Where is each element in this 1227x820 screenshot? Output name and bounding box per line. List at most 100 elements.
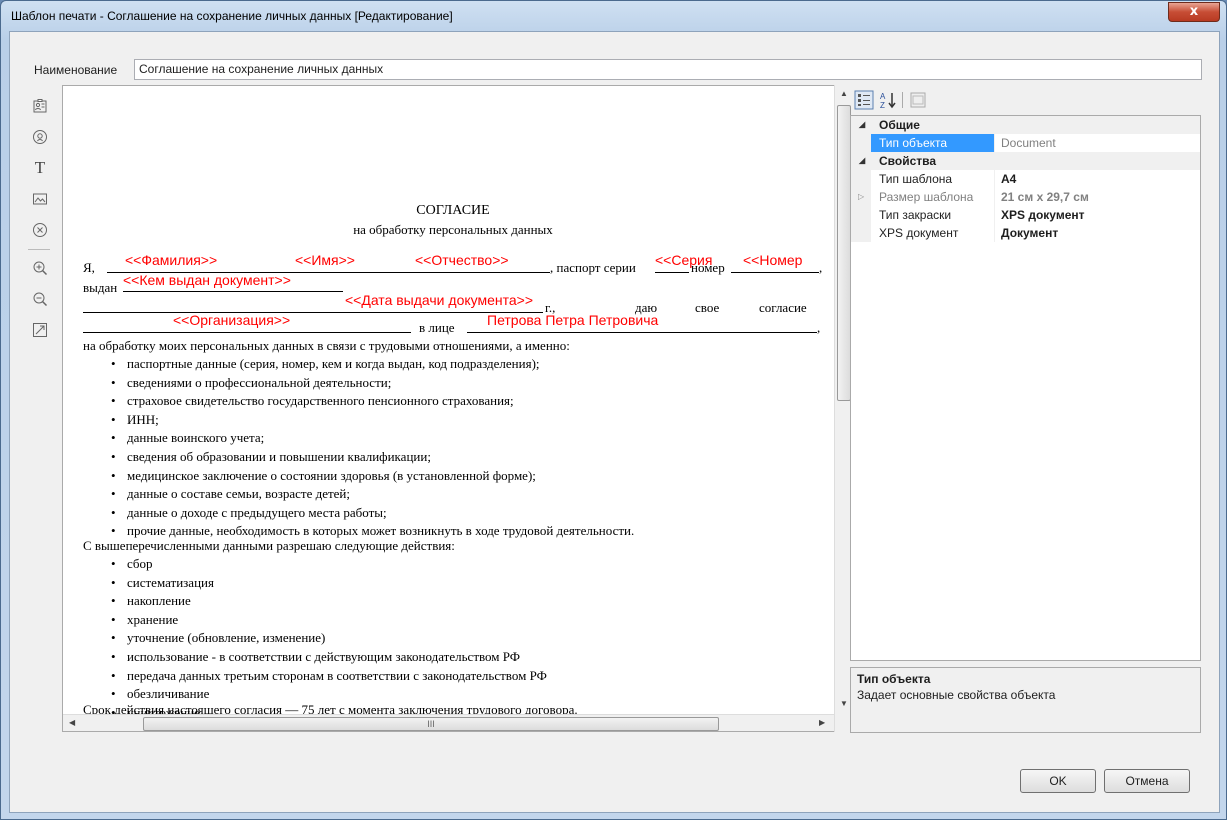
text-icon[interactable]: T xyxy=(28,156,52,180)
property-name: Тип шаблона xyxy=(871,170,995,188)
zoom-in-icon[interactable] xyxy=(28,256,52,280)
category-general[interactable]: Общие xyxy=(851,116,1200,134)
ok-button[interactable]: OK xyxy=(1020,769,1096,793)
categorized-icon[interactable] xyxy=(854,90,874,110)
representative-underline xyxy=(467,332,817,333)
list-item: хранение xyxy=(83,612,823,631)
property-row-template-type[interactable]: Тип шаблона A4 xyxy=(851,170,1200,188)
field-organization[interactable]: <<Организация>> xyxy=(173,312,290,328)
line1-prefix: Я, xyxy=(83,260,95,275)
list-item: сведения об образовании и повышении квал… xyxy=(83,449,823,468)
line4-face: в лице xyxy=(419,320,455,335)
property-value[interactable]: XPS документ xyxy=(995,206,1085,224)
property-value[interactable]: 21 см x 29,7 см xyxy=(995,188,1089,206)
list-item: медицинское заключение о состоянии здоро… xyxy=(83,468,823,487)
list-item: паспортные данные (серия, номер, кем и к… xyxy=(83,356,823,375)
name-label: Наименование xyxy=(34,63,118,77)
list-item: сведениями о профессиональной деятельнос… xyxy=(83,375,823,394)
horizontal-scroll-thumb[interactable]: III xyxy=(143,717,719,731)
series-underline xyxy=(655,272,689,273)
field-representative[interactable]: Петрова Петра Петровича xyxy=(487,312,658,328)
data-list: паспортные данные (серия, номер, кем и к… xyxy=(83,356,823,542)
name-input[interactable]: Соглашение на сохранение личных данных xyxy=(134,59,1202,80)
field-name[interactable]: <<Имя>> xyxy=(295,252,355,268)
remove-icon[interactable] xyxy=(28,218,52,242)
cancel-button[interactable]: Отмена xyxy=(1104,769,1190,793)
list-item: использование - в соответствии с действу… xyxy=(83,649,823,668)
scroll-down-icon[interactable]: ▼ xyxy=(840,699,848,708)
actions-intro: С вышеперечисленными данными разрешаю сл… xyxy=(83,538,455,553)
property-row-object-type[interactable]: Тип объекта Document xyxy=(851,134,1200,152)
scroll-right-icon[interactable]: ▶ xyxy=(819,718,825,727)
date-underline xyxy=(83,312,543,313)
sort-az-icon[interactable]: AZ xyxy=(878,90,898,110)
property-name: Тип закраски xyxy=(871,206,995,224)
list-item: страховое свидетельство государственного… xyxy=(83,393,823,412)
line2-issued: выдан xyxy=(83,280,118,295)
properties-panel: AZ Общие Тип объекта Document Свойства Т… xyxy=(850,85,1201,733)
property-name: Размер шаблона xyxy=(871,188,995,206)
horizontal-scrollbar[interactable]: ◀ III ▶ xyxy=(63,714,835,731)
field-surname[interactable]: <<Фамилия>> xyxy=(125,252,217,268)
list-item: сбор xyxy=(83,556,823,575)
description-text: Задает основные свойства объекта xyxy=(857,688,1056,702)
list-item: накопление xyxy=(83,593,823,612)
property-value[interactable]: A4 xyxy=(995,170,1016,188)
scroll-left-icon[interactable]: ◀ xyxy=(69,718,75,727)
line1-comma: , xyxy=(819,260,823,275)
field-issued-by[interactable]: <<Кем выдан документ>> xyxy=(123,272,291,288)
description-title: Тип объекта xyxy=(857,672,931,686)
list-item: уточнение (обновление, изменение) xyxy=(83,630,823,649)
property-name: XPS документ xyxy=(871,224,995,242)
list-item: данные воинского учета; xyxy=(83,430,823,449)
row-gutter xyxy=(851,134,871,152)
property-pages-icon[interactable] xyxy=(908,90,928,110)
line3-own: свое xyxy=(695,300,720,315)
svg-text:A: A xyxy=(880,92,886,101)
issued-underline xyxy=(123,291,343,292)
close-button[interactable]: x xyxy=(1168,2,1220,22)
property-row-template-size[interactable]: ▷ Размер шаблона 21 см x 29,7 см xyxy=(851,188,1200,206)
property-value[interactable]: Документ xyxy=(995,224,1058,242)
property-row-xps-document[interactable]: XPS документ Документ xyxy=(851,224,1200,242)
property-row-fill-type[interactable]: Тип закраски XPS документ xyxy=(851,206,1200,224)
designer-toolbar: T xyxy=(28,94,52,349)
properties-toolbar: AZ xyxy=(850,85,1201,115)
expand-icon[interactable]: ▷ xyxy=(858,188,864,206)
svg-text:Z: Z xyxy=(880,101,885,110)
document-canvas[interactable]: СОГЛАСИЕ на обработку персональных данны… xyxy=(62,85,852,732)
vertical-scroll-thumb[interactable] xyxy=(837,105,851,401)
field-patronymic[interactable]: <<Отчество>> xyxy=(415,252,509,268)
dialog-window: Шаблон печати - Соглашение на сохранение… xyxy=(0,0,1227,820)
row-gutter xyxy=(851,206,871,224)
row-gutter xyxy=(851,170,871,188)
field-issue-date[interactable]: <<Дата выдачи документа>> xyxy=(345,292,533,308)
property-description: Тип объекта Задает основные свойства объ… xyxy=(850,667,1201,733)
actions-list: сбор систематизация накопление хранение … xyxy=(83,556,823,723)
toolbar-separator xyxy=(902,92,903,108)
at-sign-icon[interactable] xyxy=(28,125,52,149)
image-icon[interactable] xyxy=(28,187,52,211)
fit-page-icon[interactable] xyxy=(28,318,52,342)
list-item: ИНН; xyxy=(83,412,823,431)
scroll-up-icon[interactable]: ▲ xyxy=(840,89,848,98)
dialog-body: Наименование Соглашение на сохранение ли… xyxy=(9,31,1220,813)
field-series[interactable]: <<Серия xyxy=(655,252,712,268)
zoom-out-icon[interactable] xyxy=(28,287,52,311)
line3-consent: согласие xyxy=(759,300,807,315)
contact-card-icon[interactable] xyxy=(28,94,52,118)
organization-underline xyxy=(83,332,411,333)
document-title: СОГЛАСИЕ xyxy=(416,203,490,218)
list-item: данные о составе семьи, возрасте детей; xyxy=(83,486,823,505)
property-value[interactable]: Document xyxy=(995,134,1056,152)
list-item: передача данных третьим сторонам в соотв… xyxy=(83,668,823,687)
number-underline xyxy=(731,272,819,273)
property-grid[interactable]: Общие Тип объекта Document Свойства Тип … xyxy=(850,115,1201,661)
row-gutter xyxy=(851,224,871,242)
category-properties[interactable]: Свойства xyxy=(851,152,1200,170)
window-title: Шаблон печати - Соглашение на сохранение… xyxy=(11,9,453,23)
list-item: систематизация xyxy=(83,575,823,594)
list-item: данные о доходе с предыдущего места рабо… xyxy=(83,505,823,524)
field-number[interactable]: <<Номер xyxy=(743,252,802,268)
document-subtitle: на обработку персональных данных xyxy=(353,222,553,237)
